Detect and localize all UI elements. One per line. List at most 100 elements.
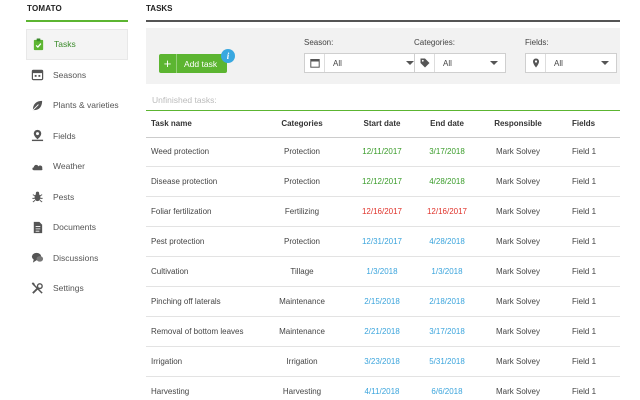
filter-bar: + Add task i Season: All Categories: All	[146, 28, 620, 84]
task-name-cell: Foliar fertilization	[146, 196, 256, 228]
start-date-cell: 2/15/2018	[348, 286, 416, 317]
task-name-cell: Disease protection	[146, 166, 256, 198]
table-row[interactable]: Disease protection Protection 12/12/2017 4/…	[146, 166, 620, 198]
table-row[interactable]: Irrigation Irrigation 3/23/2018 5/31/2018 Ma…	[146, 346, 620, 377]
page-title-underline	[146, 20, 620, 22]
field-cell: Field 1	[558, 346, 620, 377]
responsible-cell: Mark Solvey	[478, 346, 558, 377]
sidebar-item-label: Settings	[53, 283, 84, 294]
sidebar: TOMATO Tasks Seasons Plants & varieties …	[0, 0, 132, 400]
app-title: TOMATO	[27, 4, 62, 13]
category-cell: Maintenance	[256, 286, 348, 317]
sidebar-item-documents[interactable]: Documents	[26, 212, 128, 243]
categories-select-value: All	[443, 58, 452, 68]
sidebar-item-weather[interactable]: Weather	[26, 151, 128, 182]
category-cell: Maintenance	[256, 316, 348, 347]
sidebar-item-pests[interactable]: Pests	[26, 182, 128, 213]
categories-filter-label: Categories:	[414, 38, 455, 47]
add-task-button[interactable]: + Add task	[159, 54, 227, 73]
season-select[interactable]: All	[304, 53, 422, 73]
bug-icon	[30, 190, 44, 204]
add-task-label: Add task	[184, 58, 218, 69]
table-row[interactable]: Pest protection Protection 12/31/2017 4/28/…	[146, 226, 620, 258]
category-cell: Protection	[256, 166, 348, 198]
main-content: TASKS + Add task i Season: All Categorie…	[146, 0, 620, 400]
end-date-cell: 4/28/2018	[416, 226, 478, 258]
table-row[interactable]: Harvesting Harvesting 4/11/2018 6/6/2018 Mar…	[146, 376, 620, 400]
start-date-cell: 1/3/2018	[348, 256, 416, 287]
end-date-cell: 3/17/2018	[416, 316, 478, 347]
sidebar-item-tasks[interactable]: Tasks	[26, 29, 128, 60]
sidebar-item-discussions[interactable]: Discussions	[26, 243, 128, 274]
tools-icon	[30, 281, 44, 295]
page-title: TASKS	[146, 4, 173, 13]
sidebar-item-label: Documents	[53, 222, 96, 233]
field-cell: Field 1	[558, 316, 620, 347]
responsible-cell: Mark Solvey	[478, 196, 558, 228]
task-name-cell: Pinching off laterals	[146, 286, 256, 317]
season-filter: Season: All	[304, 38, 422, 73]
sidebar-item-seasons[interactable]: Seasons	[26, 60, 128, 91]
end-date-cell: 12/16/2017	[416, 196, 478, 228]
table-row[interactable]: Foliar fertilization Fertilizing 12/16/201…	[146, 196, 620, 228]
sidebar-item-settings[interactable]: Settings	[26, 273, 128, 304]
column-header-end-date[interactable]: End date	[416, 111, 478, 138]
chevron-down-icon	[490, 61, 498, 65]
cloud-icon	[30, 159, 44, 173]
field-cell: Field 1	[558, 376, 620, 400]
field-cell: Field 1	[558, 256, 620, 287]
table-row[interactable]: Cultivation Tillage 1/3/2018 1/3/2018 Mark S…	[146, 256, 620, 287]
sidebar-item-fields[interactable]: Fields	[26, 121, 128, 152]
table-row[interactable]: Weed protection Protection 12/11/2017 3/17/…	[146, 137, 620, 168]
calendar-icon	[305, 54, 325, 72]
category-cell: Irrigation	[256, 346, 348, 377]
table-row[interactable]: Removal of bottom leaves Maintenance 2/21/…	[146, 316, 620, 347]
info-icon[interactable]: i	[221, 49, 235, 63]
sidebar-item-plants-varieties[interactable]: Plants & varieties	[26, 90, 128, 121]
end-date-cell: 2/18/2018	[416, 286, 478, 317]
clipboard-check-icon	[31, 37, 45, 51]
field-cell: Field 1	[558, 226, 620, 258]
chevron-down-icon	[601, 61, 609, 65]
sidebar-item-label: Weather	[53, 161, 85, 172]
start-date-cell: 12/31/2017	[348, 226, 416, 258]
plus-icon: +	[159, 54, 177, 73]
task-name-cell: Irrigation	[146, 346, 256, 377]
end-date-cell: 3/17/2018	[416, 137, 478, 168]
field-cell: Field 1	[558, 137, 620, 168]
tasks-table: Task name Categories Start date End date…	[146, 111, 620, 400]
sidebar-item-label: Pests	[53, 191, 75, 202]
task-name-cell: Weed protection	[146, 137, 256, 168]
season-filter-label: Season:	[304, 38, 334, 47]
map-pin-icon	[30, 129, 44, 143]
document-icon	[30, 220, 44, 234]
categories-select[interactable]: All	[414, 53, 506, 73]
sidebar-nav: Tasks Seasons Plants & varieties Fields …	[26, 29, 128, 304]
task-name-cell: Harvesting	[146, 376, 256, 400]
start-date-cell: 3/23/2018	[348, 346, 416, 377]
table-row[interactable]: Pinching off laterals Maintenance 2/15/201…	[146, 286, 620, 317]
sidebar-item-label: Fields	[53, 130, 76, 141]
fields-select[interactable]: All	[525, 53, 617, 73]
column-header-responsible[interactable]: Responsible	[478, 111, 558, 138]
calendar-icon	[30, 68, 44, 82]
tag-icon	[415, 54, 435, 72]
season-select-value: All	[333, 58, 342, 68]
sidebar-item-label: Plants & varieties	[53, 100, 119, 111]
column-header-start-date[interactable]: Start date	[348, 111, 416, 138]
column-header-categories[interactable]: Categories	[256, 111, 348, 138]
leaf-icon	[30, 98, 44, 112]
start-date-cell: 4/11/2018	[348, 376, 416, 400]
column-header-fields[interactable]: Fields	[558, 111, 620, 138]
table-header-row: Task name Categories Start date End date…	[146, 111, 620, 138]
column-header-task-name[interactable]: Task name	[146, 111, 256, 138]
categories-filter: Categories: All	[414, 38, 506, 73]
responsible-cell: Mark Solvey	[478, 286, 558, 317]
end-date-cell: 6/6/2018	[416, 376, 478, 400]
category-cell: Protection	[256, 137, 348, 168]
category-cell: Harvesting	[256, 376, 348, 400]
responsible-cell: Mark Solvey	[478, 256, 558, 287]
start-date-cell: 12/16/2017	[348, 196, 416, 228]
fields-select-value: All	[554, 58, 563, 68]
responsible-cell: Mark Solvey	[478, 137, 558, 168]
